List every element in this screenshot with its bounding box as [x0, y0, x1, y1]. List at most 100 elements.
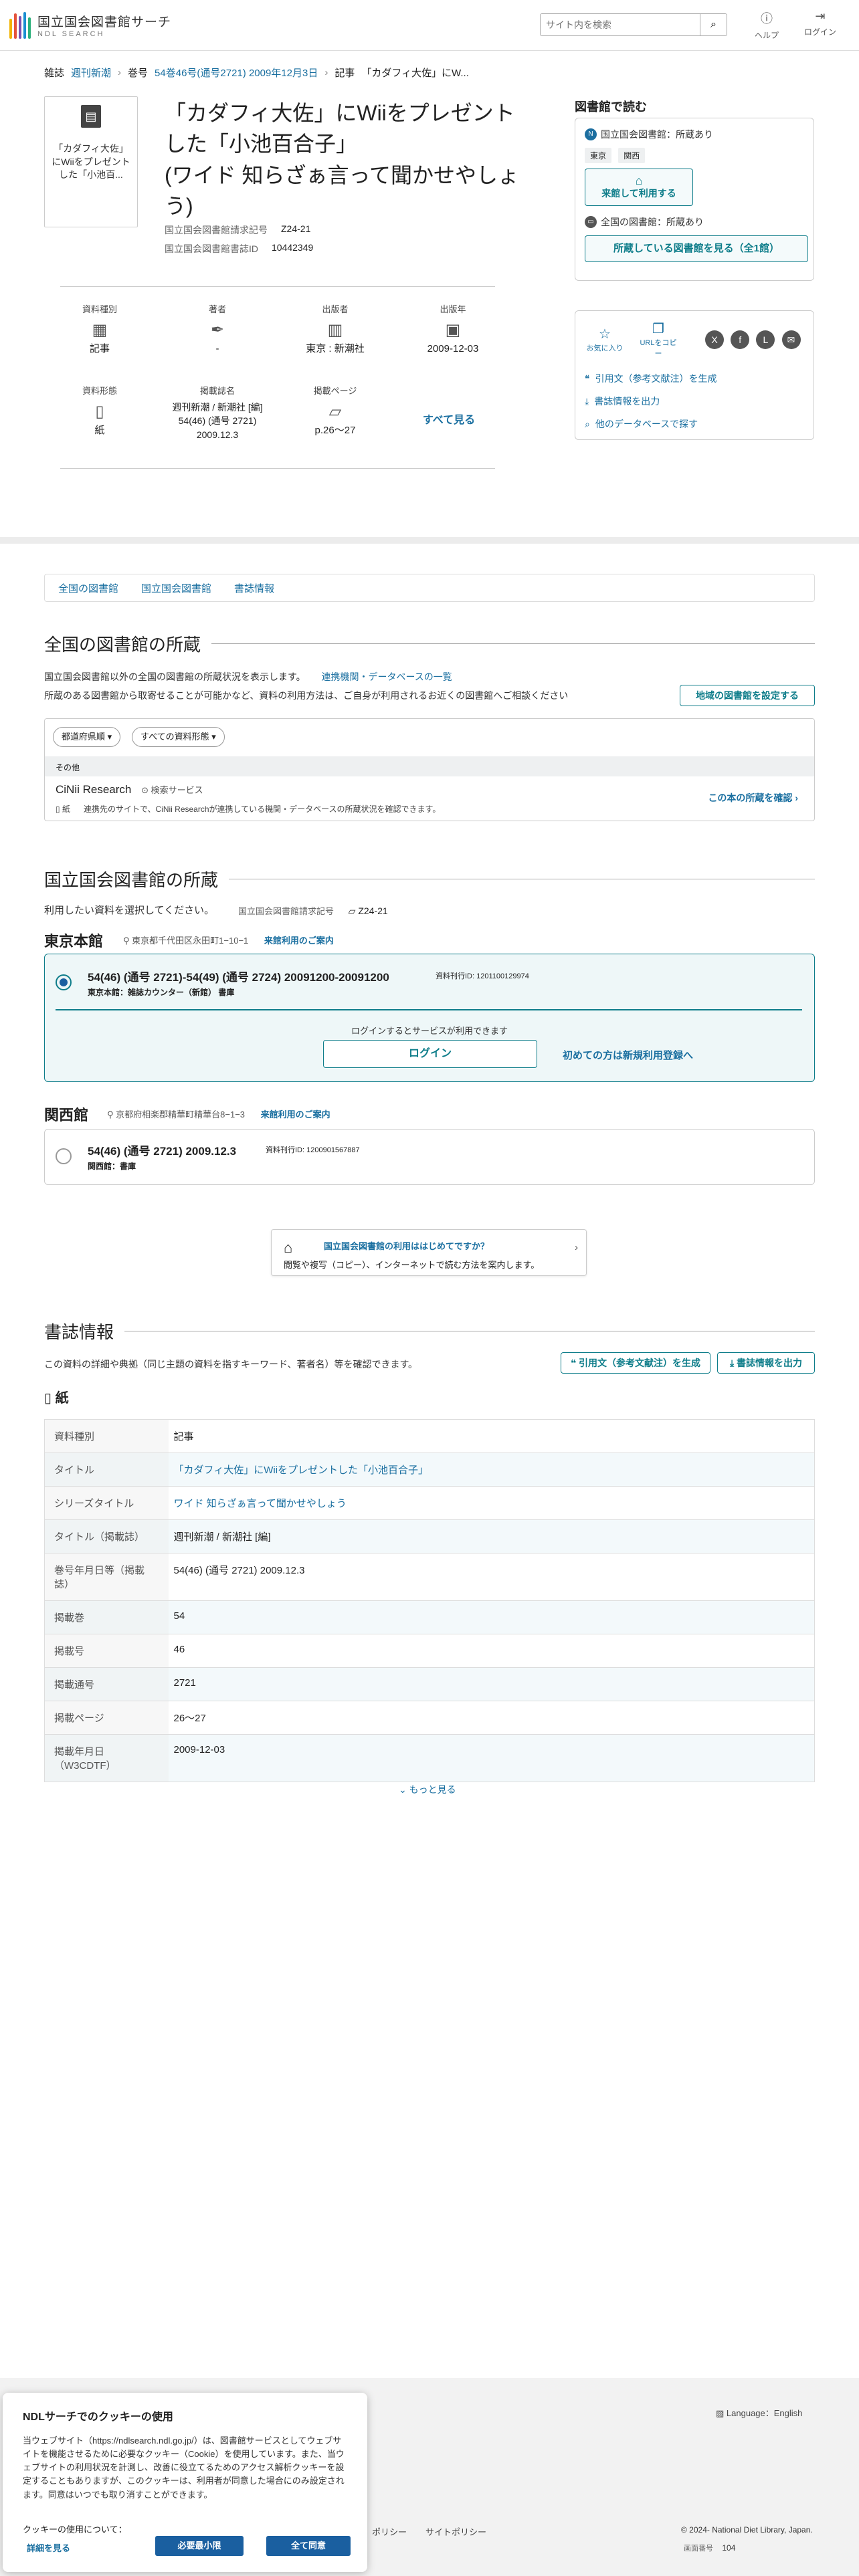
tokyo-guide-link[interactable]: 来館利用のご案内	[264, 936, 334, 946]
site-policy-link[interactable]: サイトポリシー	[425, 2525, 486, 2538]
pen-icon: ✒	[210, 321, 225, 339]
pref-order-select[interactable]: 都道府県順 ▾	[53, 727, 121, 747]
prop-author: 著者 ✒ -	[167, 302, 268, 356]
export-link[interactable]: ⤓ 書誌情報を出力	[585, 395, 804, 408]
ndl-heading-text: 国立国会図書館の所蔵	[44, 870, 219, 890]
tab-national-libraries[interactable]: 全国の図書館	[58, 581, 118, 595]
view-libraries-button[interactable]: 所蔵している図書館を見る（全1館）	[585, 235, 808, 262]
prop-value: 紙	[94, 425, 105, 436]
favorite-button[interactable]: ☆ お気に入り	[585, 326, 625, 353]
other-group-label: その他	[45, 756, 814, 776]
tab-bibliographic[interactable]: 書誌情報	[234, 581, 274, 595]
tokyo-holding-card[interactable]: 54(46) (通号 2721)-54(49) (通号 2724) 200912…	[44, 954, 815, 1082]
site-logo[interactable]: 国立国会図書館サーチ NDL SEARCH	[9, 11, 171, 39]
partner-list-link[interactable]: 連携機関・データベースの一覧	[322, 671, 452, 682]
prop-value: p.26〜27	[314, 425, 356, 436]
policy-link[interactable]: ポリシー	[372, 2525, 407, 2538]
cookie-dialog: NDLサーチでのクッキーの使用 当ウェブサイト（https://ndlsearc…	[3, 2393, 367, 2572]
national-desc2: 所蔵のある図書館から取寄せることが可能かなど、資料の利用方法は、ご自身が利用され…	[44, 690, 569, 701]
biblio-form-heading: ▯ 紙	[44, 1387, 69, 1406]
download-icon: ⤓	[729, 1358, 735, 1368]
prop-label: 資料種別	[82, 304, 117, 314]
search-input[interactable]	[540, 13, 700, 36]
mail-share-icon[interactable]: ✉	[781, 330, 801, 349]
biblio-export-button[interactable]: ⤓ 書誌情報を出力	[717, 1352, 815, 1374]
row-key: 巻号年月日等（掲載誌）	[44, 1553, 169, 1601]
login-header-button[interactable]: ⇥ ログイン	[800, 9, 840, 37]
form-filter-select[interactable]: すべての資料形態 ▾	[132, 727, 225, 747]
help-label: ヘルプ	[754, 31, 779, 40]
language-switch[interactable]: ▨ Language：English	[716, 2406, 802, 2419]
see-all-link[interactable]: すべて見る	[399, 411, 499, 427]
breadcrumb: 雑誌 週刊新潮 › 巻号 54巻46号(通号2721) 2009年12月3日 ›…	[44, 66, 469, 80]
breadcrumb-issue-link[interactable]: 54巻46号(通号2721) 2009年12月3日	[155, 66, 318, 80]
prop-label: 著者	[208, 304, 226, 314]
title-line: 「カダフィ大佐」にWiiをプレゼント	[165, 101, 515, 125]
chevron-right-icon: ›	[324, 67, 328, 78]
row-key: 資料種別	[44, 1419, 169, 1453]
check-holding-link[interactable]: この本の所蔵を確認 ›	[708, 791, 798, 804]
national-desc1-text: 国立国会図書館以外の全国の図書館の所蔵状況を表示します。	[44, 671, 306, 682]
set-region-button[interactable]: 地域の図書館を設定する	[680, 685, 815, 706]
other-db-link[interactable]: ⌕ 他のデータベースで探す	[585, 417, 804, 431]
x-share-icon[interactable]: X	[705, 330, 724, 349]
prop-value: 2009-12-03	[427, 343, 479, 354]
cinii-desc: 連携先のサイトで、CiNii Researchが連携している機関・データベースの…	[83, 804, 441, 814]
visit-button[interactable]: ⌂ 来館して利用する	[585, 169, 693, 206]
help-button[interactable]: ⓘ ヘルプ	[747, 9, 787, 41]
copy-url-button[interactable]: ❐ URLをコピー	[638, 320, 678, 358]
search-button[interactable]: ⌕	[700, 13, 727, 36]
visit-button-label: 来館して利用する	[601, 188, 676, 199]
help-icon: ⓘ	[761, 12, 773, 25]
section-tabs: 全国の図書館 国立国会図書館 書誌情報	[44, 574, 815, 602]
show-more-link[interactable]: ⌄ もっと見る	[399, 1783, 456, 1796]
screen-number: 画面番号 104	[684, 2543, 735, 2553]
cookie-title: NDLサーチでのクッキーの使用	[23, 2411, 173, 2423]
row-value: 週刊新潮 / 新潮社 [編]	[168, 1519, 815, 1553]
kansai-item-radio[interactable]	[56, 1148, 72, 1164]
tokyo-address: ⚲ 東京都千代田区永田町1−10−1 来館利用のご案内	[123, 934, 334, 946]
series-link[interactable]: ワイド 知らざぁ言って聞かせやしょう	[174, 1498, 347, 1509]
map-pin-icon: ⚲	[107, 1109, 114, 1119]
ndl-section-heading: 国立国会図書館の所蔵	[44, 867, 815, 891]
row-key: タイトル	[44, 1453, 169, 1487]
document-icon: ▦	[92, 321, 108, 339]
cookie-necessary-button[interactable]: 必要最小限	[155, 2536, 244, 2556]
cite-link[interactable]: ❝ 引用文（参考文献注）を生成	[585, 372, 804, 385]
first-time-guide[interactable]: ⌂ 国立国会図書館の利用ははじめてですか？ 閲覧や複写（コピー）、インターネット…	[271, 1229, 587, 1276]
site-search: ⌕	[540, 13, 727, 36]
copyright: © 2024- National Diet Library, Japan.	[681, 2525, 813, 2535]
actions-card: ☆ お気に入り ❐ URLをコピー X f L ✉ ❝ 引用文（参考文献注）を生…	[575, 310, 814, 440]
cookie-details-link[interactable]: 詳細を見る	[27, 2541, 70, 2554]
prop-publisher: 出版者 ▥ 東京 : 新潮社	[285, 302, 385, 356]
tokyo-branch-title: 東京本館	[44, 933, 104, 950]
row-value: 2721	[168, 1667, 815, 1701]
tab-ndl[interactable]: 国立国会図書館	[141, 581, 211, 595]
table-row: 掲載巻 54	[44, 1600, 815, 1634]
tokyo-item-radio[interactable]	[56, 974, 72, 990]
breadcrumb-article-label: 記事	[335, 68, 355, 79]
search-icon: ⌕	[585, 418, 590, 429]
biblio-cite-button[interactable]: ❝ 引用文（参考文献注）を生成	[561, 1352, 710, 1374]
guide-title: 国立国会図書館の利用ははじめてですか？	[324, 1241, 490, 1251]
prop-label: 資料形態	[82, 386, 117, 396]
site-header: 国立国会図書館サーチ NDL SEARCH ⌕ ⓘ ヘルプ ⇥ ログイン	[0, 0, 859, 51]
line-share-icon[interactable]: L	[756, 330, 775, 349]
title-link[interactable]: 「カダフィ大佐」にWiiをプレゼントした「小池百合子」	[174, 1465, 429, 1476]
breadcrumb-magazine-link[interactable]: 週刊新潮	[71, 66, 111, 80]
facebook-share-icon[interactable]: f	[731, 330, 750, 349]
chevron-right-icon: ›	[118, 67, 122, 78]
login-button[interactable]: ログイン	[323, 1040, 537, 1068]
chevron-down-icon: ⌄	[399, 1784, 407, 1795]
cinii-tag-text: 検索サービス	[151, 785, 203, 795]
quote-icon: ❝	[570, 1358, 577, 1368]
kansai-item-id: 資料刊行ID: 1200901567887	[266, 1146, 360, 1154]
favorite-label: お気に入り	[586, 344, 624, 352]
bib-id-value: 10442349	[272, 242, 314, 253]
kansai-holding-card[interactable]: 54(46) (通号 2721) 2009.12.3 資料刊行ID: 12009…	[44, 1129, 815, 1185]
prop-label: 出版年	[440, 304, 466, 314]
register-link[interactable]: 初めての方は新規利用登録へ	[563, 1048, 693, 1062]
cinii-name[interactable]: CiNii Research	[56, 783, 131, 796]
cookie-accept-button[interactable]: 全て同意	[266, 2536, 351, 2556]
kansai-guide-link[interactable]: 来館利用のご案内	[261, 1109, 330, 1119]
